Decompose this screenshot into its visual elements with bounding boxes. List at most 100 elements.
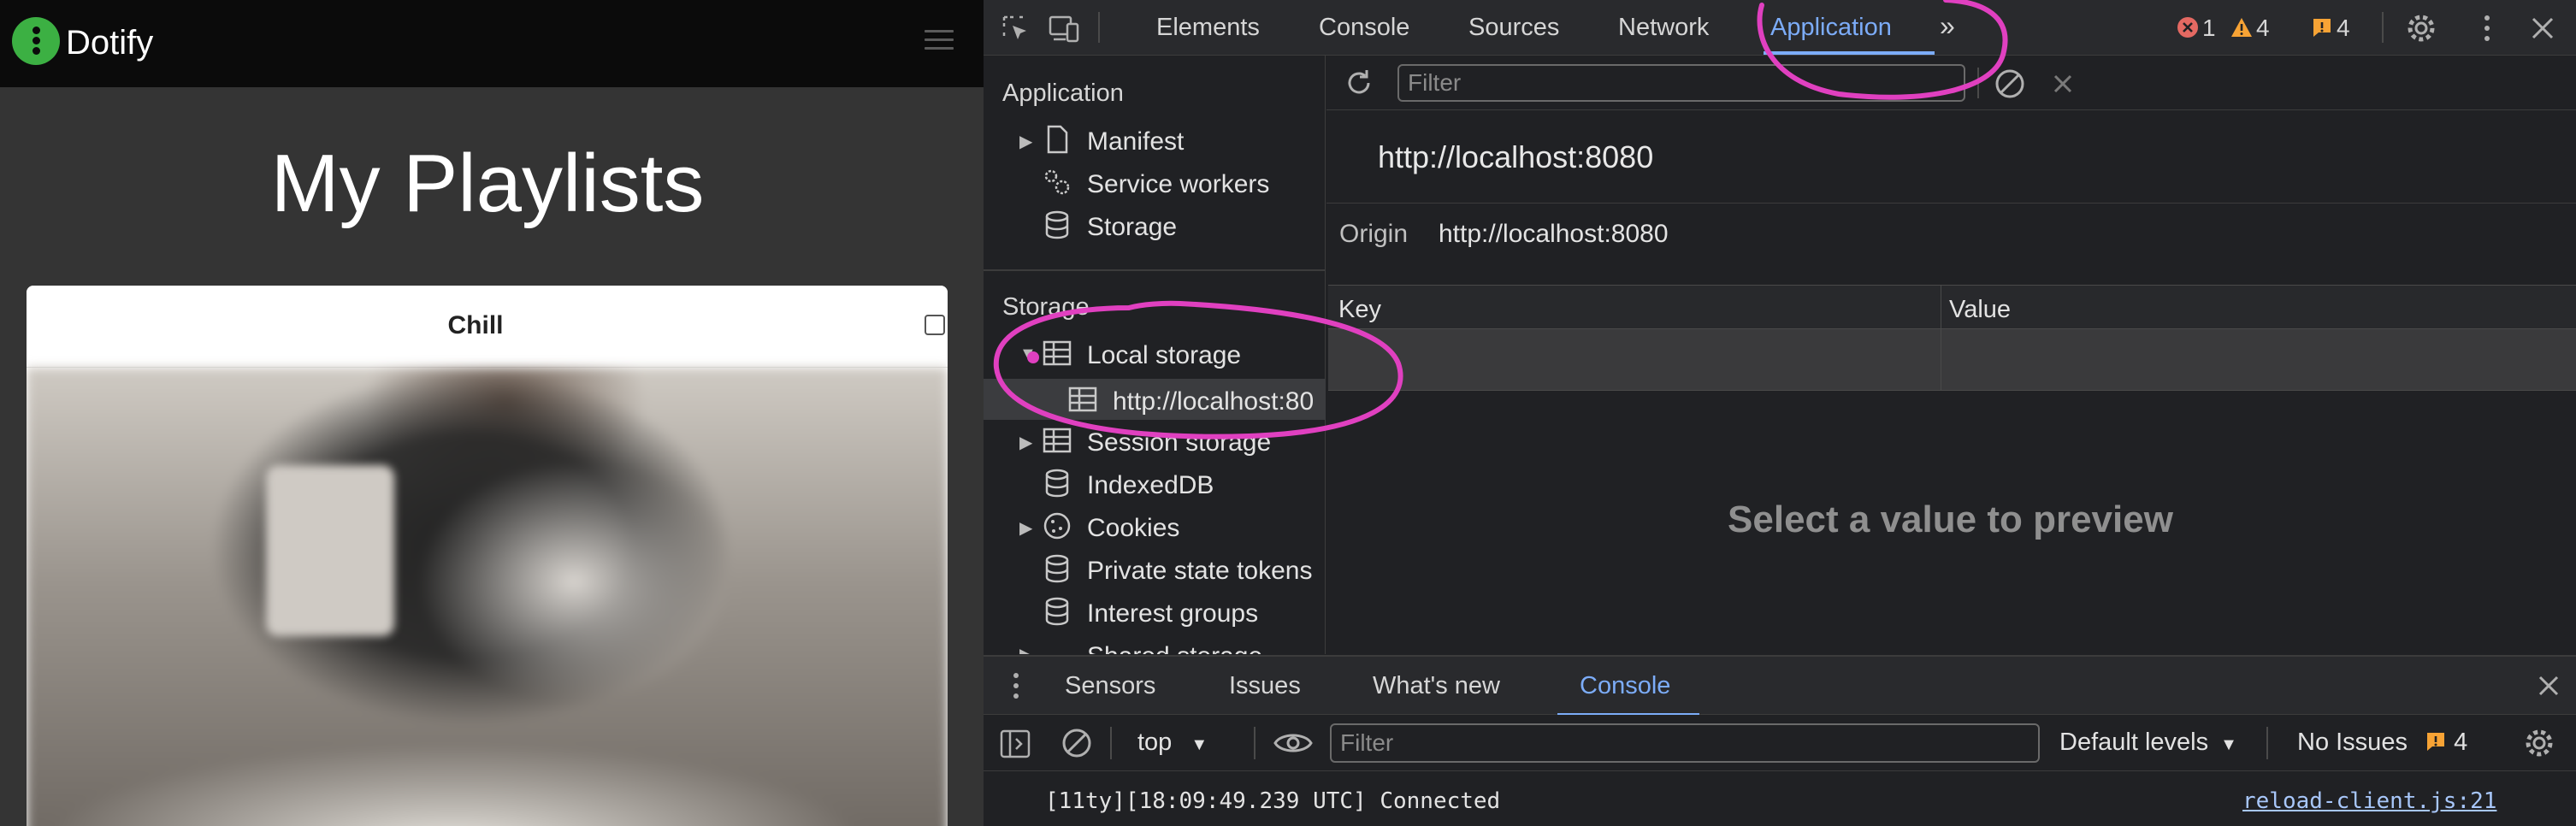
origin-label: Origin	[1339, 220, 1409, 248]
close-devtools-icon[interactable]	[2530, 15, 2555, 41]
settings-gear-icon[interactable]	[2405, 12, 2437, 44]
hamburger-menu-icon[interactable]	[925, 30, 954, 52]
warnings-badge[interactable]: 4	[2230, 15, 2270, 42]
cover-mug-shape	[266, 465, 394, 636]
error-icon	[2177, 16, 2199, 38]
sidebar-divider	[984, 269, 1326, 271]
dropdown-arrow-icon: ▼	[1191, 735, 1208, 754]
context-selector-label: top	[1137, 729, 1173, 756]
clear-all-icon[interactable]	[1994, 68, 2026, 100]
local-storage-pane: http://localhost:8080 Origin http://loca…	[1326, 56, 2576, 654]
sidebar-item-service-workers[interactable]: Service workers	[1087, 170, 1269, 199]
document-icon	[1047, 125, 1068, 154]
expand-arrow-icon[interactable]: ▶	[1019, 432, 1032, 453]
collapse-arrow-icon[interactable]: ▼	[1019, 345, 1037, 364]
kebab-menu-icon[interactable]	[2480, 12, 2494, 44]
sidebar-item-session-storage[interactable]: Session storage	[1087, 428, 1271, 457]
sidebar-item-local-storage-origin[interactable]: http://localhost:80	[1113, 387, 1326, 416]
drawer-tab-console[interactable]: Console	[1580, 672, 1670, 700]
errors-count: 1	[2202, 15, 2216, 41]
application-sidebar: Application ▶ Manifest Service workers S…	[984, 56, 1326, 654]
drawer-tab-issues[interactable]: Issues	[1229, 672, 1301, 700]
sidebar-item-indexeddb[interactable]: IndexedDB	[1087, 471, 1214, 500]
delete-selected-icon[interactable]	[2052, 73, 2074, 95]
tab-console[interactable]: Console	[1319, 14, 1409, 42]
cookie-icon	[1043, 512, 1071, 540]
sidebar-item-shared-storage[interactable]: Shared storage	[1087, 642, 1262, 654]
no-issues-label: No Issues	[2297, 729, 2408, 756]
playlist-card[interactable]: Chill	[27, 286, 948, 826]
table-grid-icon	[1043, 428, 1072, 453]
page-title: My Playlists	[270, 138, 705, 229]
sidebar-section-storage: Storage	[1002, 293, 1090, 321]
origin-divider	[1326, 203, 2576, 204]
issue-flag-icon	[2311, 16, 2333, 38]
drawer-tab-whats-new[interactable]: What's new	[1373, 672, 1500, 700]
database-icon	[1045, 597, 1069, 626]
playlist-cover-image	[27, 368, 948, 826]
sidebar-section-application: Application	[1002, 80, 1124, 107]
console-toolbar: top ▼ Default levels ▼ No Issues 4	[984, 715, 2576, 771]
database-icon	[1045, 554, 1069, 583]
drawer-menu-icon[interactable]	[1011, 670, 1021, 701]
database-icon	[1045, 469, 1069, 498]
context-selector[interactable]: top ▼	[1137, 729, 1208, 757]
sidebar-item-interest-groups[interactable]: Interest groups	[1087, 599, 1258, 628]
log-levels-dropdown[interactable]: Default levels ▼	[2059, 729, 2237, 757]
inspect-element-icon[interactable]	[1001, 14, 1031, 44]
expand-arrow-icon[interactable]: ▶	[1019, 131, 1032, 152]
origin-heading: http://localhost:8080	[1378, 139, 1654, 174]
playlist-title: Chill	[447, 311, 504, 339]
errors-badge[interactable]: 1	[2177, 15, 2216, 42]
column-header-key[interactable]: Key	[1338, 296, 1381, 324]
console-message-source-link[interactable]: reload-client.js:21	[2242, 788, 2496, 814]
column-header-value[interactable]: Value	[1949, 296, 2011, 324]
console-filter-input[interactable]	[1330, 723, 2040, 763]
active-tab-indicator	[1764, 51, 1935, 55]
dotify-app: Dotify My Playlists Chill	[0, 0, 984, 826]
close-drawer-icon[interactable]	[2537, 674, 2561, 698]
preview-placeholder: Select a value to preview	[1728, 499, 2173, 540]
console-message: [11ty][18:09:49.239 UTC] Connected	[1045, 788, 1501, 814]
sidebar-item-private-state-tokens[interactable]: Private state tokens	[1087, 557, 1312, 586]
tab-network[interactable]: Network	[1618, 14, 1709, 42]
sidebar-item-cookies[interactable]: Cookies	[1087, 514, 1179, 543]
issues-badge[interactable]: 4	[2311, 15, 2350, 42]
brand-name[interactable]: Dotify	[66, 24, 153, 62]
drawer-tab-sensors[interactable]: Sensors	[1065, 672, 1155, 700]
table-row[interactable]	[1328, 329, 2576, 391]
dotify-logo-icon[interactable]	[12, 17, 60, 65]
table-grid-icon	[1068, 386, 1097, 412]
tab-application[interactable]: Application	[1770, 14, 1892, 42]
card-header: Chill	[27, 286, 948, 368]
expand-arrow-icon[interactable]: ▶	[1019, 644, 1032, 654]
storage-filter-input[interactable]	[1397, 64, 1965, 102]
drawer-tabbar: Sensors Issues What's new Console	[984, 655, 2576, 717]
origin-value: http://localhost:8080	[1439, 220, 1669, 248]
issues-count: 4	[2337, 15, 2350, 41]
warning-icon	[2230, 16, 2253, 38]
navbar: Dotify	[0, 0, 984, 87]
expand-arrow-icon[interactable]: ▶	[1019, 517, 1032, 539]
log-levels-label: Default levels	[2059, 729, 2209, 756]
refresh-icon[interactable]	[1344, 68, 1374, 98]
tab-elements[interactable]: Elements	[1156, 14, 1260, 42]
sidebar-item-storage[interactable]: Storage	[1087, 213, 1177, 242]
console-settings-gear-icon[interactable]	[2523, 727, 2555, 759]
more-tabs-icon[interactable]: »	[1940, 10, 1955, 42]
live-expression-eye-icon[interactable]	[1273, 729, 1314, 758]
devtools-panel: Elements Console Sources Network Applica…	[984, 0, 2576, 826]
gears-icon	[1044, 169, 1070, 195]
issues-summary[interactable]: No Issues 4	[2297, 729, 2467, 759]
device-toolbar-icon[interactable]	[1047, 14, 1081, 44]
tab-sources[interactable]: Sources	[1468, 14, 1559, 42]
sidebar-toggle-icon[interactable]	[999, 729, 1031, 759]
sidebar-item-local-storage[interactable]: Local storage	[1087, 341, 1241, 370]
issues-count: 4	[2454, 729, 2468, 756]
database-icon	[1045, 210, 1069, 239]
playlist-checkbox[interactable]	[925, 315, 945, 335]
clear-console-icon[interactable]	[1061, 727, 1093, 759]
table-grid-icon	[1043, 340, 1072, 366]
sidebar-item-manifest[interactable]: Manifest	[1087, 127, 1184, 156]
devtools-tabbar: Elements Console Sources Network Applica…	[984, 0, 2576, 56]
